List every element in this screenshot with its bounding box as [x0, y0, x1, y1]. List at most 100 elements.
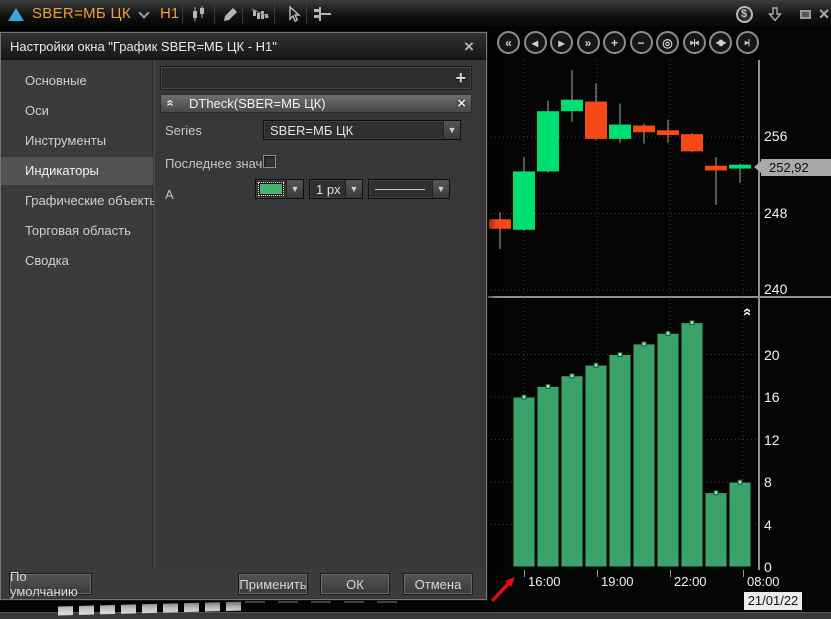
candle — [489, 213, 511, 249]
time-axis-label: 19:00 — [601, 574, 634, 589]
volume-axis-label: 4 — [764, 517, 772, 533]
add-indicator-button[interactable]: + — [455, 68, 466, 89]
volume-bar — [609, 353, 631, 568]
candle — [705, 157, 727, 205]
remove-indicator-button[interactable]: × — [457, 95, 466, 112]
candlestick-icon — [190, 5, 208, 23]
step-back-button[interactable]: ◂ — [524, 31, 547, 54]
volume-bar — [633, 342, 655, 567]
symbol-chevron-down-icon[interactable] — [138, 7, 149, 18]
account-money-button[interactable]: $ — [733, 3, 755, 25]
line-width-value: 1 px — [316, 182, 341, 197]
zoom-region-button-icon: ◎ — [662, 36, 672, 50]
step-forward-button[interactable]: ▸ — [550, 31, 573, 54]
draw-button[interactable] — [218, 3, 244, 25]
dialog-close-button[interactable]: × — [458, 33, 480, 60]
app-logo-icon — [8, 8, 24, 21]
expand-horizontal-button-icon: ◂▮▸ — [716, 38, 725, 47]
price-axis-label: 240 — [764, 281, 787, 297]
date-label: 21/01/22 — [744, 592, 802, 610]
apply-button[interactable]: Применить — [238, 573, 308, 595]
candle — [609, 104, 631, 143]
volume-bar — [681, 321, 703, 567]
candle — [537, 101, 559, 173]
minimize-to-tray-button[interactable] — [764, 3, 786, 25]
download-arrow-icon — [768, 7, 782, 22]
dialog-title[interactable]: Настройки окна "График SBER=МБ ЦК - H1" — [1, 33, 486, 60]
chevron-down-icon[interactable]: ▼ — [286, 180, 303, 198]
sidebar-item-osi[interactable]: Оси — [1, 97, 153, 125]
fast-forward-button[interactable]: » — [577, 31, 600, 54]
zoom-in-button-icon: + — [611, 36, 618, 50]
indicator-header[interactable]: » DTheck(SBER=МБ ЦК) × — [160, 94, 472, 113]
fast-rewind-button-icon: « — [505, 36, 512, 50]
settings-dialog: Настройки окна "График SBER=МБ ЦК - H1" … — [0, 32, 487, 600]
step-forward-button-icon: ▸ — [558, 36, 564, 50]
volume-chart-plot[interactable] — [487, 299, 759, 567]
compress-horizontal-button-icon: ▸|◂ — [690, 38, 697, 47]
collapse-indicator-chevron-icon[interactable]: » — [161, 102, 178, 106]
red-arrow-annotation[interactable] — [486, 570, 526, 610]
price-axis-line[interactable] — [758, 60, 760, 570]
indicator-title: DTheck(SBER=МБ ЦК) — [189, 96, 326, 111]
last-value-checkbox[interactable] — [263, 155, 276, 168]
zoom-out-button-icon: − — [637, 36, 644, 50]
sidebar-item-instrumenty[interactable]: Инструменты — [1, 127, 153, 155]
close-window-button[interactable]: × — [813, 3, 831, 25]
go-to-end-button-icon: ▸| — [745, 38, 749, 47]
chevron-down-icon[interactable]: ▼ — [432, 180, 449, 198]
line-style-select[interactable]: ▼ — [368, 179, 450, 199]
zoom-region-button[interactable]: ◎ — [656, 31, 679, 54]
candle — [657, 120, 679, 143]
volume-axis-label: 12 — [764, 432, 780, 448]
time-axis-label: 16:00 — [528, 574, 561, 589]
sidebar-item-torgovaya-oblast[interactable]: Торговая область — [1, 217, 153, 245]
line-color-swatch — [259, 183, 283, 195]
line-color-select[interactable]: ▼ — [255, 179, 304, 199]
zoom-in-button[interactable]: + — [603, 31, 626, 54]
time-axis-label: 22:00 — [674, 574, 707, 589]
expand-horizontal-button[interactable]: ◂▮▸ — [709, 31, 732, 54]
volume-bar — [561, 374, 583, 567]
close-icon: × — [464, 37, 474, 57]
cancel-button[interactable]: Отмена — [403, 573, 473, 595]
timeframe-label[interactable]: H1 — [160, 5, 179, 22]
price-chart-plot[interactable] — [487, 60, 759, 296]
fast-forward-button-icon: » — [585, 36, 592, 50]
fast-rewind-button[interactable]: « — [497, 31, 520, 54]
time-axis-tick — [743, 570, 744, 577]
compress-horizontal-button[interactable]: ▸|◂ — [683, 31, 706, 54]
ok-button[interactable]: ОК — [320, 573, 390, 595]
dialog-sidebar: Основные Оси Инструменты Индикаторы Граф… — [1, 60, 153, 568]
go-to-end-button[interactable]: ▸| — [736, 31, 759, 54]
sidebar-item-svodka[interactable]: Сводка — [1, 247, 153, 275]
zoom-out-button[interactable]: − — [630, 31, 653, 54]
candlestick-style-button[interactable] — [186, 3, 212, 25]
restore-icon — [800, 10, 811, 19]
volume-bar — [585, 363, 607, 567]
toolbar-separator — [214, 4, 215, 24]
cursor-mode-button[interactable] — [280, 3, 306, 25]
sidebar-item-osnovnye[interactable]: Основные — [1, 67, 153, 95]
chevron-down-icon[interactable]: ▼ — [443, 121, 460, 139]
app-window: SBER=МБ ЦК H1 — [0, 0, 831, 619]
price-axis-label: 248 — [764, 205, 787, 221]
time-axis-label: 08:00 — [747, 574, 780, 589]
line-width-select[interactable]: 1 px ▼ — [309, 179, 363, 199]
chevron-down-icon[interactable]: ▼ — [345, 180, 362, 198]
indicator-add-bar: + — [160, 66, 472, 90]
levels-button[interactable] — [310, 3, 336, 25]
defaults-button[interactable]: По умолчанию — [9, 573, 92, 595]
volume-bar — [537, 384, 559, 567]
volume-axis-label: 16 — [764, 389, 780, 405]
chart-type-button[interactable] — [248, 3, 274, 25]
volume-bar — [705, 491, 727, 567]
toolbar-separator — [182, 4, 183, 24]
sidebar-item-indikatory[interactable]: Индикаторы — [1, 157, 153, 185]
line-style-sample — [375, 189, 425, 190]
series-select[interactable]: SBER=МБ ЦК ▼ — [263, 120, 461, 140]
price-axis-label: 256 — [764, 128, 787, 144]
sidebar-item-graficheskie-obekty[interactable]: Графические объекты — [1, 187, 153, 215]
candle — [681, 133, 703, 152]
collapse-volume-panel-chevron-icon[interactable]: » — [738, 311, 755, 316]
